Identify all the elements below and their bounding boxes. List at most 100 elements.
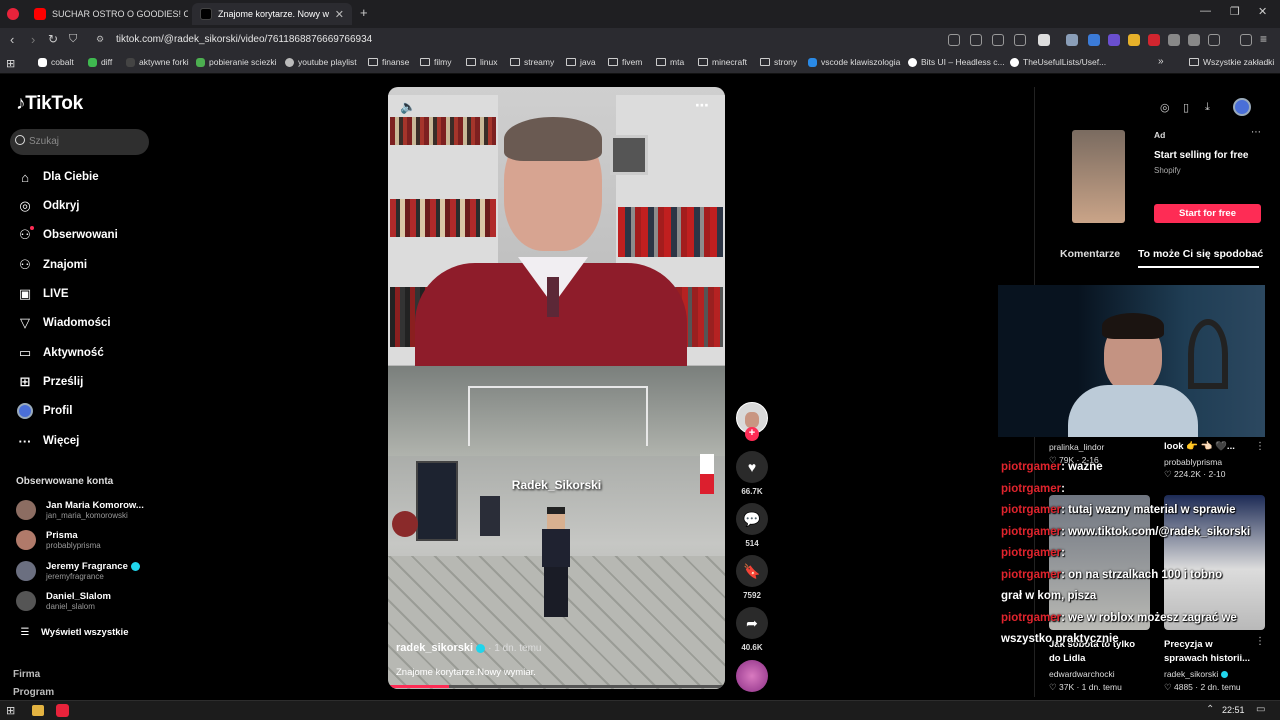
video-author[interactable]: radek_sikorski · 1 dn. temu (396, 642, 541, 654)
extension-icon[interactable] (1168, 34, 1180, 46)
bookmark-folder[interactable]: java (566, 57, 596, 67)
bookmark-item[interactable]: Bits UI – Headless c... (908, 57, 1005, 67)
compass-icon[interactable]: ◎ (1160, 101, 1170, 114)
extension-icon[interactable] (1188, 34, 1200, 46)
more-options-icon[interactable]: ⋯ (695, 97, 709, 114)
sidebar-item-following[interactable]: ⚇ Obserwowani (16, 224, 118, 246)
bookmark-folder[interactable]: finanse (368, 57, 409, 67)
card-more-icon[interactable]: ⋮ (1255, 636, 1265, 647)
followed-account[interactable]: Prisma probablyprisma (16, 527, 101, 553)
forward-icon[interactable]: › (31, 32, 35, 47)
bookmark-folder[interactable]: mta (656, 57, 684, 67)
followed-account[interactable]: Daniel_Slalom daniel_slalom (16, 588, 111, 614)
music-disc[interactable] (736, 660, 768, 696)
user-avatar[interactable] (1233, 98, 1251, 116)
bookmark-item[interactable]: vscode klawiszologia (808, 57, 900, 67)
tab-suggested[interactable]: To może Ci się spodobać (1138, 248, 1263, 260)
menu-icon[interactable]: ≡ (1260, 32, 1267, 46)
reload-icon[interactable]: ↻ (48, 32, 58, 46)
restore-icon[interactable]: ❐ (1230, 5, 1240, 18)
bookmark-item[interactable]: diff (88, 57, 112, 67)
bookmark-folder[interactable]: strony (760, 57, 797, 67)
tab-comments[interactable]: Komentarze (1060, 248, 1120, 260)
phone-icon[interactable]: ▯ (1183, 101, 1189, 114)
apps-icon[interactable]: ⊞ (6, 57, 15, 70)
sidebar-item-more[interactable]: ··· Więcej (16, 430, 80, 452)
sidebar-item-profile[interactable]: Profil (16, 400, 72, 422)
translate-icon[interactable] (970, 34, 982, 46)
tiktok-logo[interactable]: ♪TikTok (16, 93, 83, 115)
chat-text: : on na strzalkach 100 i tobno (1061, 568, 1223, 581)
bookmark-item[interactable]: youtube playlist (285, 57, 357, 67)
like-button[interactable]: ♥ 66.7K (736, 451, 768, 496)
bookmark-item[interactable]: TheUsefulLists/Usef... (1010, 57, 1106, 67)
author-avatar-button[interactable]: + (736, 402, 768, 441)
browser-menu-icon[interactable] (7, 8, 19, 20)
new-tab-icon[interactable]: + (360, 5, 368, 20)
bookmark-folder[interactable]: filmy (420, 57, 451, 67)
footer-program-link[interactable]: Program (13, 687, 54, 698)
search-input[interactable]: Szukaj (10, 129, 149, 155)
sidebar-item-messages[interactable]: ▽ Wiadomości (16, 312, 111, 334)
tray-arrow-icon[interactable]: ⌃ (1206, 704, 1214, 715)
followed-account[interactable]: Jeremy Fragrance jeremyfragrance (16, 558, 140, 584)
sidebar-item-live[interactable]: ▣ LIVE (16, 283, 69, 305)
extension-icon[interactable] (1148, 34, 1160, 46)
extension-icon[interactable] (1088, 34, 1100, 46)
bookmark-icon[interactable]: ⛉ (69, 33, 77, 46)
bookmark-folder[interactable]: fivem (608, 57, 642, 67)
back-icon[interactable]: ‹ (10, 32, 14, 47)
ad-thumbnail[interactable] (1072, 130, 1125, 223)
sidebar-item-explore[interactable]: ◎ Odkryj (16, 195, 79, 217)
ad-more-icon[interactable]: ⋯ (1251, 127, 1261, 138)
sidebar-item-upload[interactable]: ⊞ Prześlij (16, 371, 84, 393)
bookmark-folder[interactable]: linux (466, 57, 497, 67)
follow-plus-icon[interactable]: + (745, 427, 759, 441)
video-progress-bar[interactable] (388, 685, 725, 688)
file-explorer-icon[interactable] (32, 705, 44, 716)
start-icon[interactable]: ⊞ (6, 704, 15, 717)
mute-icon[interactable]: 🔈 (400, 99, 416, 115)
sidebar-item-for-you[interactable]: ⌂ Dla Ciebie (16, 166, 99, 188)
video-progress-fill (388, 685, 449, 688)
shield-icon[interactable] (1038, 34, 1050, 46)
video-player[interactable]: Radek_Sikorski 🔈 ⋯ radek_sikorski · 1 dn… (388, 87, 725, 689)
cast-icon[interactable] (992, 34, 1004, 46)
card-more-icon[interactable]: ⋮ (1255, 441, 1265, 452)
url-field[interactable]: ⚙ tiktok.com/@radek_sikorski/video/76118… (88, 31, 940, 49)
comment-button[interactable]: 💬 514 (736, 503, 768, 548)
share-button[interactable]: ➦ 40.6K (736, 607, 768, 652)
close-window-icon[interactable]: ✕ (1258, 5, 1267, 18)
bookmark-folder[interactable]: streamy (510, 57, 554, 67)
sidebar-item-activity[interactable]: ▭ Aktywność (16, 342, 104, 364)
extension-icon[interactable] (948, 34, 960, 46)
followed-account[interactable]: Jan Maria Komorow... jan_maria_komorowski (16, 497, 144, 523)
close-tab-icon[interactable]: ✕ (335, 8, 344, 21)
friends-icon: ⚇ (19, 257, 31, 272)
show-all-following[interactable]: ☰ Wyświetl wszystkie (18, 621, 129, 643)
browser-tab-tiktok[interactable]: Znajome korytarze. Nowy wymia... ✕ (192, 3, 352, 25)
extension-icon[interactable] (1128, 34, 1140, 46)
media-icon[interactable] (1240, 34, 1252, 46)
bookmark-folder[interactable]: minecraft (698, 57, 747, 67)
share-icon[interactable] (1014, 34, 1026, 46)
site-info-icon[interactable]: ⚙ (96, 34, 104, 45)
folder-icon (608, 58, 618, 66)
bookmark-item[interactable]: cobalt (38, 57, 74, 67)
bookmark-item[interactable]: aktywne forki (126, 57, 189, 67)
all-bookmarks[interactable]: Wszystkie zakładki (1189, 57, 1274, 67)
browser-taskbar-icon[interactable] (56, 704, 69, 717)
more-bookmarks-icon[interactable]: » (1158, 56, 1164, 67)
ad-cta-button[interactable]: Start for free (1154, 204, 1261, 223)
download-icon[interactable]: ⤓ (1205, 101, 1210, 114)
minimize-icon[interactable]: — (1200, 5, 1211, 17)
sidebar-item-friends[interactable]: ⚇ Znajomi (16, 254, 87, 276)
save-button[interactable]: 🔖 7592 (736, 555, 768, 600)
sidebar-icon[interactable] (1208, 34, 1220, 46)
footer-company-link[interactable]: Firma (13, 669, 40, 680)
bookmark-item[interactable]: pobieranie sciezki (196, 57, 277, 67)
pause-icon[interactable] (1066, 34, 1078, 46)
extension-icon[interactable] (1108, 34, 1120, 46)
notifications-icon[interactable]: ▭ (1256, 704, 1265, 715)
browser-tab-youtube[interactable]: SUCHAR OSTRO O GOODIES! ODPO... (26, 3, 188, 25)
